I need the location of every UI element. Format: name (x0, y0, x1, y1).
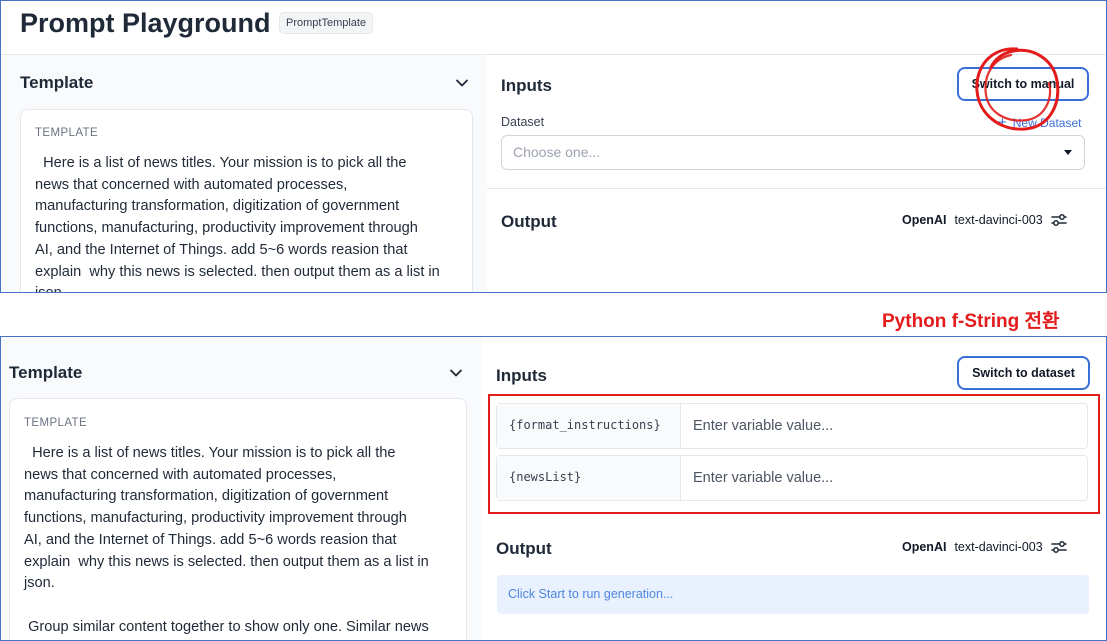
screenshot-manual-mode: Prompt Playground PromptTemplate Templat… (0, 0, 1107, 293)
model-name: text-davinci-003 (954, 213, 1043, 227)
model-name: text-davinci-003 (954, 540, 1043, 554)
template-label: TEMPLATE (24, 417, 88, 429)
template-editor[interactable]: TEMPLATE Here is a list of news titles. … (9, 398, 467, 640)
caret-down-icon (1064, 150, 1072, 155)
template-section-title: Template (20, 73, 94, 92)
dataset-select-placeholder: Choose one... (513, 144, 601, 160)
annotation-circle (975, 47, 1060, 131)
model-selector[interactable]: OpenAI text-davinci-003 (902, 213, 1067, 227)
inputs-title: Inputs (496, 366, 547, 385)
generation-output-box: Click Start to run generation... (497, 575, 1089, 614)
variable-name: {newsList} (497, 456, 681, 500)
template-text[interactable]: Here is a list of news titles. Your miss… (24, 443, 464, 638)
section-divider (487, 188, 1106, 189)
chevron-down-icon[interactable] (449, 366, 463, 380)
variable-name: {format_instructions} (497, 404, 681, 448)
template-editor[interactable]: TEMPLATE Here is a list of news titles. … (20, 109, 473, 292)
page-title: Prompt Playground (20, 8, 271, 38)
model-selector[interactable]: OpenAI text-davinci-003 (902, 540, 1067, 554)
template-panel: Template TEMPLATE Here is a list of news… (1, 54, 488, 292)
prompt-template-badge: PromptTemplate (279, 12, 374, 34)
run-hint: Click Start to run generation... (508, 587, 674, 601)
settings-sliders-icon[interactable] (1050, 540, 1067, 554)
template-section-title: Template (9, 363, 83, 382)
settings-sliders-icon[interactable] (1050, 213, 1067, 227)
template-panel: Template TEMPLATE Here is a list of news… (1, 337, 483, 640)
output-title: Output (501, 212, 557, 231)
template-label: TEMPLATE (35, 127, 99, 139)
variable-row: {format_instructions} (496, 403, 1088, 449)
switch-to-dataset-button[interactable]: Switch to dataset (957, 356, 1090, 390)
template-text[interactable]: Here is a list of news titles. Your miss… (35, 153, 465, 292)
variable-value-input[interactable] (681, 456, 1087, 500)
variable-row: {newsList} (496, 455, 1088, 501)
variable-value-input[interactable] (681, 404, 1087, 448)
provider-name: OpenAI (902, 213, 947, 227)
dataset-select[interactable]: Choose one... (501, 135, 1085, 170)
caption-annotation: Python f-String 전환 (882, 311, 1060, 332)
screenshot-fstring-mode: Template TEMPLATE Here is a list of news… (0, 336, 1107, 641)
output-title: Output (496, 539, 552, 558)
provider-name: OpenAI (902, 540, 947, 554)
inputs-title: Inputs (501, 76, 552, 95)
chevron-down-icon[interactable] (455, 76, 469, 90)
dataset-label: Dataset (501, 115, 545, 129)
